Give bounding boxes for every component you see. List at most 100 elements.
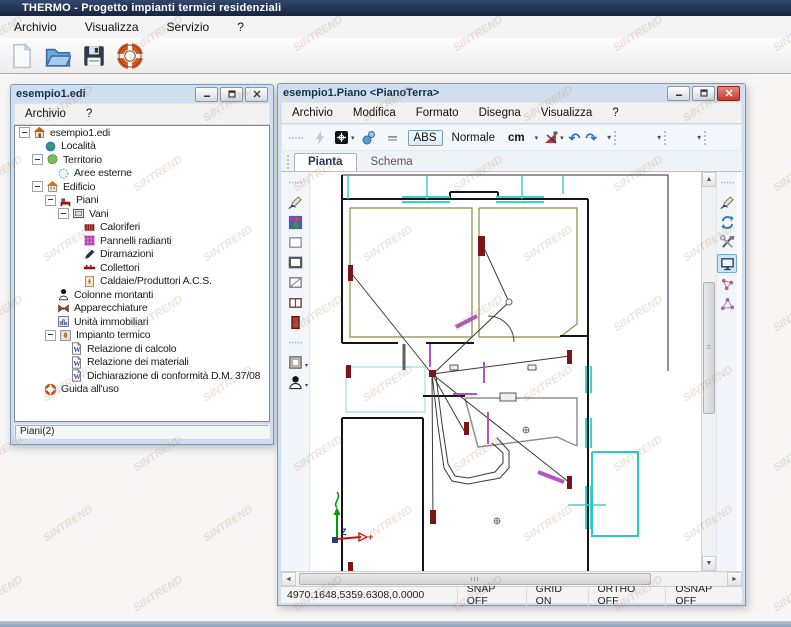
tab-pianta[interactable]: Pianta	[294, 153, 357, 171]
new-document-icon[interactable]	[8, 42, 36, 70]
flash-icon[interactable]	[310, 128, 329, 147]
menu-item-help[interactable]: ?	[76, 106, 102, 122]
tree-expander-minus[interactable]	[45, 194, 56, 206]
redo-button[interactable]: ↷	[585, 131, 597, 145]
scroll-left-arrow[interactable]: ◄	[281, 572, 296, 586]
window-icon[interactable]	[286, 294, 304, 311]
tree-item-apparecchiature[interactable]: Apparecchiature	[15, 302, 269, 316]
tree-expander-minus[interactable]	[32, 154, 43, 166]
chevron-down-icon[interactable]: ▾	[535, 134, 539, 142]
menu-item-archivio[interactable]: Archivio	[0, 17, 71, 37]
tree-item-piani[interactable]: Piani	[15, 194, 269, 208]
tree-item-label: Piani	[76, 194, 99, 207]
tree-item-unit-immobiliari[interactable]: Unità immobiliari	[15, 315, 269, 329]
tree-expander-minus[interactable]	[19, 127, 30, 139]
unit-select[interactable]: cm	[504, 132, 529, 144]
protractor-icon[interactable]: ▾	[543, 128, 564, 147]
minimize-button[interactable]	[195, 86, 218, 102]
menu-item-archivio[interactable]: Archivio	[282, 105, 343, 121]
menu-item-help[interactable]: ?	[223, 17, 258, 37]
slab-icon[interactable]	[286, 274, 304, 291]
grid-toggle[interactable]: GRID ON	[525, 583, 588, 607]
layer-colors-icon[interactable]	[286, 214, 304, 231]
tree-item-diramazioni[interactable]: Diramazioni	[15, 248, 269, 262]
tree-item-dichiarazione-di-conformit-d-m-37-08[interactable]: W Dichiarazione di conformità D.M. 37/08	[15, 369, 269, 383]
horizontal-scroll-thumb[interactable]	[299, 573, 651, 585]
menu-item-archivio[interactable]: Archivio	[15, 106, 76, 122]
svg-text:W: W	[73, 359, 81, 368]
maximize-button[interactable]	[692, 85, 715, 101]
menu-item-formato[interactable]: Formato	[406, 105, 469, 121]
snap-toggle[interactable]: SNAP OFF	[456, 583, 526, 607]
menu-item-visualizza[interactable]: Visualizza	[71, 17, 153, 37]
scroll-up-arrow[interactable]: ▲	[702, 172, 716, 187]
network-nodes-alt-icon[interactable]	[718, 296, 736, 313]
tree-item-vani[interactable]: Vani	[15, 207, 269, 221]
dash-icon[interactable]	[384, 128, 403, 147]
help-lifebuoy-icon[interactable]	[116, 42, 144, 70]
osnap-points-icon[interactable]	[360, 128, 379, 147]
menu-item-servizio[interactable]: Servizio	[153, 17, 224, 37]
scroll-down-arrow[interactable]: ▼	[702, 556, 716, 571]
line-style-select[interactable]: Normale	[448, 132, 499, 144]
main-titlebar[interactable]: THERMO - Progetto impianti termici resid…	[0, 0, 791, 16]
tree-item-relazione-di-calcolo[interactable]: W Relazione di calcolo	[15, 342, 269, 356]
globe-icon	[44, 140, 57, 153]
toolbar-overflow-button[interactable]: ▾	[607, 130, 621, 145]
menu-item-disegna[interactable]: Disegna	[469, 105, 531, 121]
tree-item-territorio[interactable]: Territorio	[15, 153, 269, 167]
menu-item-help[interactable]: ?	[602, 105, 628, 121]
wall-outline-icon[interactable]	[286, 254, 304, 271]
snap-grid-icon[interactable]: ▾	[334, 128, 355, 147]
frame-tool-icon[interactable]: ▾	[286, 354, 308, 371]
undo-button[interactable]: ↶	[569, 131, 581, 145]
tools-icon[interactable]	[718, 234, 736, 251]
maximize-button[interactable]	[220, 86, 243, 102]
room-outline-icon[interactable]	[286, 234, 304, 251]
refresh-icon[interactable]	[718, 214, 736, 231]
minimize-button[interactable]	[667, 85, 690, 101]
tree-item-label: Relazione di calcolo	[87, 342, 177, 355]
tree-item-localit[interactable]: Località	[15, 140, 269, 154]
tree-expander-minus[interactable]	[45, 329, 56, 341]
toolbar-overflow-button[interactable]: ▾	[657, 130, 671, 145]
menu-item-visualizza[interactable]: Visualizza	[531, 105, 603, 121]
tree-item-aree-esterne[interactable]: Aree esterne	[15, 167, 269, 181]
tree-item-impianto-termico[interactable]: Impianto termico	[15, 329, 269, 343]
tree-item-esempio1-edi[interactable]: esempio1.edi	[15, 126, 269, 140]
vertical-scroll-thumb[interactable]	[703, 282, 715, 414]
tree-item-caloriferi[interactable]: Caloriferi	[15, 221, 269, 235]
tree-item-collettori[interactable]: Collettori	[15, 261, 269, 275]
draw-check-icon[interactable]	[718, 194, 736, 211]
save-icon[interactable]	[80, 42, 108, 70]
ortho-toggle[interactable]: ORTHO OFF	[587, 583, 666, 607]
tree-item-edificio[interactable]: Edificio	[15, 180, 269, 194]
monitor-icon[interactable]	[717, 254, 737, 273]
abs-button[interactable]: ABS	[407, 129, 443, 146]
close-button[interactable]	[245, 86, 268, 102]
scroll-right-arrow[interactable]: ►	[727, 572, 742, 586]
open-folder-icon[interactable]	[44, 42, 72, 70]
vertical-scrollbar[interactable]: ▲ ▼	[701, 172, 716, 571]
toolbar-overflow-button[interactable]: ▾	[697, 130, 711, 145]
tree-item-pannelli-radianti[interactable]: Pannelli radianti	[15, 234, 269, 248]
horizontal-scrollbar[interactable]: ◄ ►	[281, 571, 742, 586]
tree-item-caldaie-produttori-a-c-s[interactable]: Caldaie/Produttori A.C.S.	[15, 275, 269, 289]
tree-item-relazione-dei-materiali[interactable]: W Relazione dei materiali	[15, 355, 269, 370]
person-tool-icon[interactable]: ▾	[286, 374, 308, 391]
tree-item-guida-all-uso[interactable]: Guida all'uso	[15, 383, 269, 397]
door-icon[interactable]	[286, 314, 304, 331]
outdoor-area-icon	[57, 167, 70, 180]
tree-item-colonne-montanti[interactable]: Colonne montanti	[15, 288, 269, 302]
tab-schema[interactable]: Schema	[357, 153, 427, 171]
drawing-canvas[interactable]: + Z	[310, 172, 701, 571]
network-nodes-icon[interactable]	[718, 276, 736, 293]
close-button[interactable]	[717, 85, 740, 101]
tree-expander-minus[interactable]	[58, 208, 69, 220]
draw-check-icon[interactable]	[286, 194, 304, 211]
tree-expander-minus[interactable]	[32, 181, 43, 193]
plan-window-titlebar[interactable]: esempio1.Piano <PianoTerra>	[281, 84, 742, 102]
menu-item-modifica[interactable]: Modifica	[343, 105, 406, 121]
tree-window-titlebar[interactable]: esempio1.edi	[14, 85, 270, 103]
osnap-toggle[interactable]: OSNAP OFF	[665, 583, 742, 607]
